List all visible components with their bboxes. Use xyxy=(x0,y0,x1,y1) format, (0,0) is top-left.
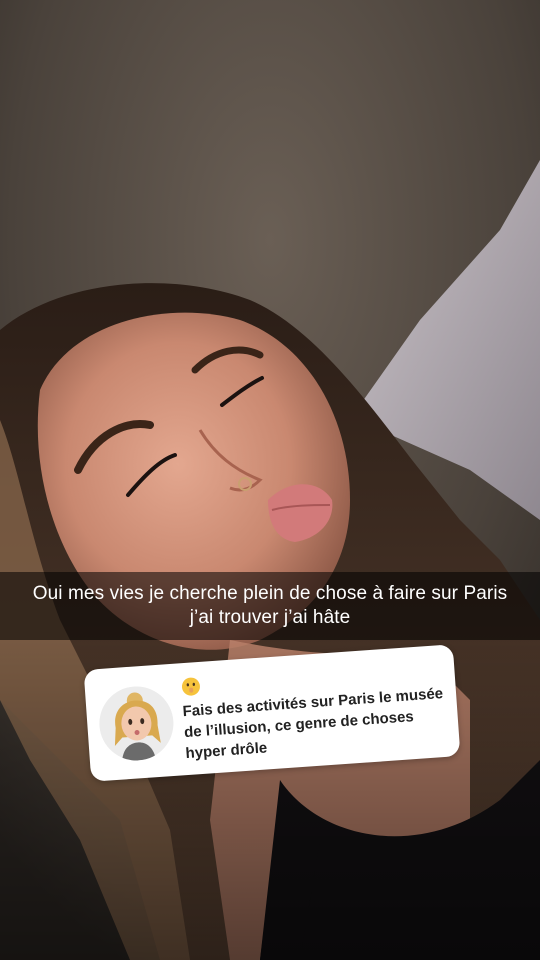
story-caption-bar: Oui mes vies je cherche plein de chose à… xyxy=(0,572,540,640)
story-caption-text: Oui mes vies je cherche plein de chose à… xyxy=(32,583,508,628)
story-screen: Oui mes vies je cherche plein de chose à… xyxy=(0,0,540,960)
shushing-face-emoji-icon xyxy=(180,676,201,697)
avatar xyxy=(96,683,176,763)
story-photo xyxy=(0,0,540,960)
reply-text: Fais des activités sur Paris le musée de… xyxy=(182,685,444,763)
